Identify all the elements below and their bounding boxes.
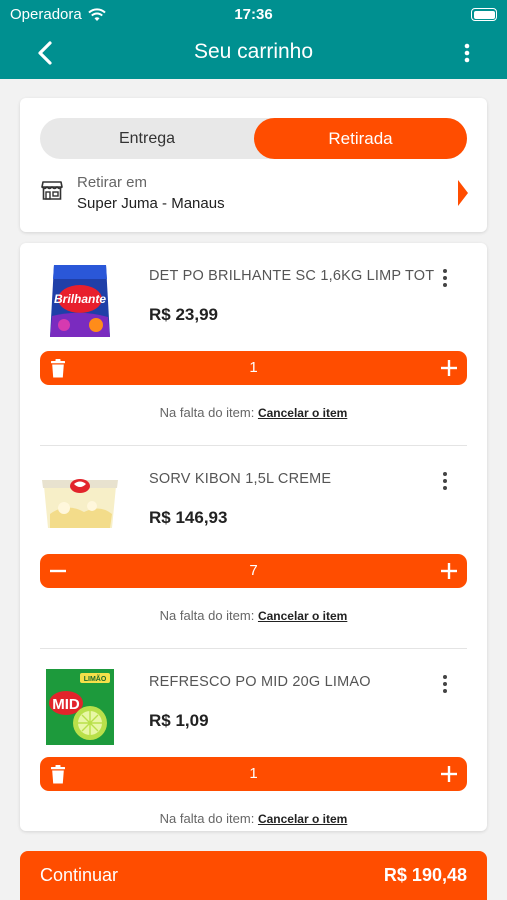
store-icon — [41, 181, 63, 200]
product-image-kibon — [42, 479, 118, 528]
svg-text:Brilhante: Brilhante — [54, 292, 106, 306]
item-name: DET PO BRILHANTE SC 1,6KG LIMP TOT — [149, 268, 435, 284]
svg-text:MID: MID — [52, 696, 80, 713]
quantity-value: 1 — [249, 359, 258, 376]
quantity-value: 7 — [249, 562, 258, 579]
item-name: SORV KIBON 1,5L CREME — [149, 471, 332, 487]
cart-item: Brilhante DET PO BRILHANTE SC 1,6KG LIMP… — [20, 243, 487, 446]
battery-icon — [471, 8, 497, 21]
plus-icon — [441, 360, 457, 376]
item-price: R$ 23,99 — [149, 305, 218, 324]
product-image-mid: LIMÃO MID — [46, 669, 114, 745]
increase-quantity-button[interactable] — [431, 351, 467, 385]
quantity-stepper: 7 — [40, 554, 467, 588]
pickup-label: Retirar em — [77, 174, 148, 191]
product-image-brilhante: Brilhante — [50, 265, 110, 337]
missing-item-policy: Na falta do item: Cancelar o item — [20, 405, 487, 420]
cart-item: SORV KIBON 1,5L CREME R$ 146,93 7 Na fal… — [20, 446, 487, 649]
svg-text:LIMÃO: LIMÃO — [84, 674, 107, 683]
missing-item-label: Na falta do item: — [159, 405, 255, 420]
cancel-item-link[interactable]: Cancelar o item — [258, 406, 347, 420]
continue-button[interactable]: Continuar R$ 190,48 — [20, 851, 487, 900]
cart-total: R$ 190,48 — [383, 865, 467, 885]
continue-label: Continuar — [40, 865, 119, 885]
item-options-button[interactable] — [435, 468, 455, 494]
cancel-item-link[interactable]: Cancelar o item — [258, 812, 347, 826]
item-price: R$ 1,09 — [149, 711, 209, 730]
cart-items-list: Brilhante DET PO BRILHANTE SC 1,6KG LIMP… — [20, 243, 487, 831]
missing-item-policy: Na falta do item: Cancelar o item — [20, 811, 487, 826]
cancel-item-link[interactable]: Cancelar o item — [258, 609, 347, 623]
delivery-card: Entrega Retirada Retirar em Super Juma -… — [20, 98, 487, 232]
quantity-value: 1 — [249, 765, 258, 782]
quantity-stepper: 1 — [40, 757, 467, 791]
item-options-button[interactable] — [435, 671, 455, 697]
missing-item-label: Na falta do item: — [159, 608, 255, 623]
more-options-button[interactable] — [457, 38, 477, 68]
pickup-store-selector[interactable]: Retirar em Super Juma - Manaus — [40, 170, 468, 216]
quantity-stepper: 1 — [40, 351, 467, 385]
page-title: Seu carrinho — [193, 40, 314, 63]
item-name: REFRESCO PO MID 20G LIMAO — [149, 674, 371, 690]
more-vertical-icon — [464, 43, 470, 63]
missing-item-policy: Na falta do item: Cancelar o item — [20, 608, 487, 623]
missing-item-label: Na falta do item: — [159, 811, 255, 826]
plus-icon — [441, 563, 457, 579]
app-header: Seu carrinho — [0, 28, 507, 79]
cart-item: LIMÃO MID REFRESCO PO MID 20G LIMAO R$ 1… — [20, 649, 487, 831]
store-name: Super Juma - Manaus — [77, 195, 225, 212]
delivery-mode-toggle: Entrega Retirada — [40, 118, 467, 159]
tab-delivery[interactable]: Entrega — [40, 118, 254, 159]
clock: 17:36 — [234, 6, 273, 23]
increase-quantity-button[interactable] — [431, 554, 467, 588]
plus-icon — [441, 766, 457, 782]
item-price: R$ 146,93 — [149, 508, 228, 527]
increase-quantity-button[interactable] — [431, 757, 467, 791]
status-bar: Operadora 17:36 — [0, 0, 507, 28]
tab-pickup[interactable]: Retirada — [254, 118, 467, 159]
item-options-button[interactable] — [435, 265, 455, 291]
chevron-right-icon — [458, 180, 468, 206]
